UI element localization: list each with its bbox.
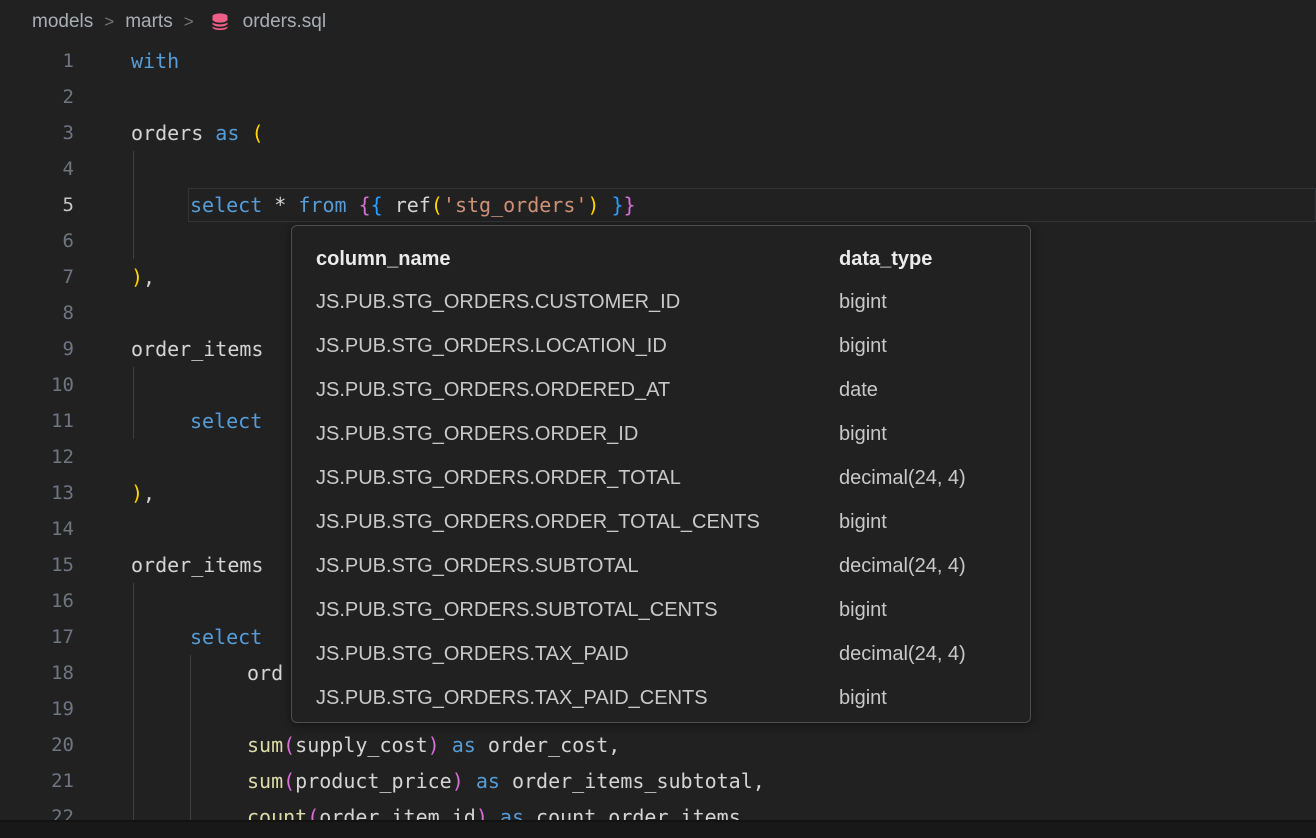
chevron-right-icon: >	[183, 12, 195, 32]
popup-cell-data-type: decimal(24, 4)	[839, 643, 1006, 666]
popup-row: JS.PUB.STG_ORDERS.ORDER_TOTAL_CENTSbigin…	[316, 500, 1006, 544]
popup-cell-data-type: bigint	[839, 511, 1006, 534]
line-number: 5	[0, 187, 74, 223]
popup-cell-column-name: JS.PUB.STG_ORDERS.TAX_PAID_CENTS	[316, 687, 839, 710]
breadcrumb: models > marts > orders.sql	[0, 0, 1316, 43]
code-text: select	[190, 619, 262, 655]
popup-row: JS.PUB.STG_ORDERS.LOCATION_IDbigint	[316, 324, 1006, 368]
line-number: 7	[0, 259, 74, 295]
popup-rows: JS.PUB.STG_ORDERS.CUSTOMER_IDbigintJS.PU…	[316, 280, 1006, 720]
code-text: select * from {{ ref('stg_orders') }}	[190, 187, 636, 223]
chevron-right-icon: >	[103, 12, 115, 32]
code-line-5[interactable]: 5 select * from {{ ref('stg_orders') }}	[0, 187, 1316, 223]
popup-row: JS.PUB.STG_ORDERS.ORDER_TOTALdecimal(24,…	[316, 456, 1006, 500]
popup-row: JS.PUB.STG_ORDERS.CUSTOMER_IDbigint	[316, 280, 1006, 324]
code-text: ord	[247, 655, 283, 691]
indent-guide	[133, 655, 134, 691]
popup-cell-data-type: bigint	[839, 687, 1006, 710]
indent-guide	[133, 403, 134, 439]
line-number: 10	[0, 367, 74, 403]
popup-cell-data-type: bigint	[839, 423, 1006, 446]
popup-cell-column-name: JS.PUB.STG_ORDERS.ORDER_TOTAL	[316, 467, 839, 490]
code-text: order_items	[131, 331, 263, 367]
code-line-20[interactable]: 20 sum(supply_cost) as order_cost,	[0, 727, 1316, 763]
code-text: orders as (	[131, 115, 263, 151]
popup-cell-column-name: JS.PUB.STG_ORDERS.ORDERED_AT	[316, 379, 839, 402]
indent-guide	[133, 763, 134, 799]
popup-header-data-type: data_type	[839, 248, 1006, 271]
code-text: select	[190, 403, 262, 439]
indent-guide	[133, 583, 134, 619]
popup-header-column-name: column_name	[316, 248, 839, 271]
code-line-2[interactable]: 2	[0, 79, 1316, 115]
breadcrumb-item-file[interactable]: orders.sql	[243, 11, 326, 33]
popup-cell-data-type: bigint	[839, 335, 1006, 358]
code-text: order_items	[131, 547, 263, 583]
line-number: 1	[0, 43, 74, 79]
popup-cell-data-type: bigint	[839, 291, 1006, 314]
line-number: 6	[0, 223, 74, 259]
popup-cell-data-type: bigint	[839, 599, 1006, 622]
line-number: 19	[0, 691, 74, 727]
indent-guide	[133, 223, 134, 259]
indent-guide	[190, 727, 191, 763]
code-line-3[interactable]: 3 orders as (	[0, 115, 1316, 151]
indent-guide	[133, 151, 134, 187]
popup-row: JS.PUB.STG_ORDERS.SUBTOTALdecimal(24, 4)	[316, 544, 1006, 588]
editor-window: models > marts > orders.sql 1 with 23 order…	[0, 0, 1316, 838]
indent-guide	[190, 763, 191, 799]
popup-row: JS.PUB.STG_ORDERS.TAX_PAID_CENTSbigint	[316, 676, 1006, 720]
line-number: 12	[0, 439, 74, 475]
line-number: 9	[0, 331, 74, 367]
popup-row: JS.PUB.STG_ORDERS.ORDERED_ATdate	[316, 368, 1006, 412]
indent-guide	[190, 691, 191, 727]
line-number: 17	[0, 619, 74, 655]
line-number: 20	[0, 727, 74, 763]
popup-row: JS.PUB.STG_ORDERS.ORDER_IDbigint	[316, 412, 1006, 456]
popup-cell-column-name: JS.PUB.STG_ORDERS.TAX_PAID	[316, 643, 839, 666]
indent-guide	[133, 619, 134, 655]
line-number: 16	[0, 583, 74, 619]
popup-header-row: column_name data_type	[316, 238, 1006, 280]
breadcrumb-item-marts[interactable]: marts	[125, 11, 173, 33]
popup-cell-column-name: JS.PUB.STG_ORDERS.LOCATION_ID	[316, 335, 839, 358]
line-number: 2	[0, 79, 74, 115]
code-text: sum(product_price) as order_items_subtot…	[247, 763, 765, 799]
popup-cell-column-name: JS.PUB.STG_ORDERS.SUBTOTAL	[316, 555, 839, 578]
popup-row: JS.PUB.STG_ORDERS.TAX_PAIDdecimal(24, 4)	[316, 632, 1006, 676]
line-number: 21	[0, 763, 74, 799]
popup-cell-data-type: date	[839, 379, 1006, 402]
code-text: ),	[131, 259, 155, 295]
bottom-strip	[0, 820, 1316, 838]
indent-guide	[133, 187, 134, 223]
indent-guide	[133, 691, 134, 727]
line-number: 14	[0, 511, 74, 547]
line-number: 15	[0, 547, 74, 583]
indent-guide	[190, 655, 191, 691]
popup-cell-data-type: decimal(24, 4)	[839, 555, 1006, 578]
breadcrumb-item-models[interactable]: models	[32, 11, 93, 33]
indent-guide	[133, 367, 134, 403]
database-icon	[209, 12, 231, 32]
code-line-1[interactable]: 1 with	[0, 43, 1316, 79]
line-number: 11	[0, 403, 74, 439]
column-info-popup: column_name data_type JS.PUB.STG_ORDERS.…	[291, 225, 1031, 723]
code-line-4[interactable]: 4	[0, 151, 1316, 187]
popup-cell-data-type: decimal(24, 4)	[839, 467, 1006, 490]
popup-row: JS.PUB.STG_ORDERS.SUBTOTAL_CENTSbigint	[316, 588, 1006, 632]
line-number: 3	[0, 115, 74, 151]
code-line-21[interactable]: 21 sum(product_price) as order_items_subt…	[0, 763, 1316, 799]
code-text: ),	[131, 475, 155, 511]
code-text: with	[131, 43, 179, 79]
line-number: 4	[0, 151, 74, 187]
popup-cell-column-name: JS.PUB.STG_ORDERS.ORDER_ID	[316, 423, 839, 446]
popup-cell-column-name: JS.PUB.STG_ORDERS.ORDER_TOTAL_CENTS	[316, 511, 839, 534]
code-text: sum(supply_cost) as order_cost,	[247, 727, 620, 763]
indent-guide	[133, 727, 134, 763]
line-number: 13	[0, 475, 74, 511]
line-number: 18	[0, 655, 74, 691]
line-number: 8	[0, 295, 74, 331]
popup-cell-column-name: JS.PUB.STG_ORDERS.CUSTOMER_ID	[316, 291, 839, 314]
popup-cell-column-name: JS.PUB.STG_ORDERS.SUBTOTAL_CENTS	[316, 599, 839, 622]
